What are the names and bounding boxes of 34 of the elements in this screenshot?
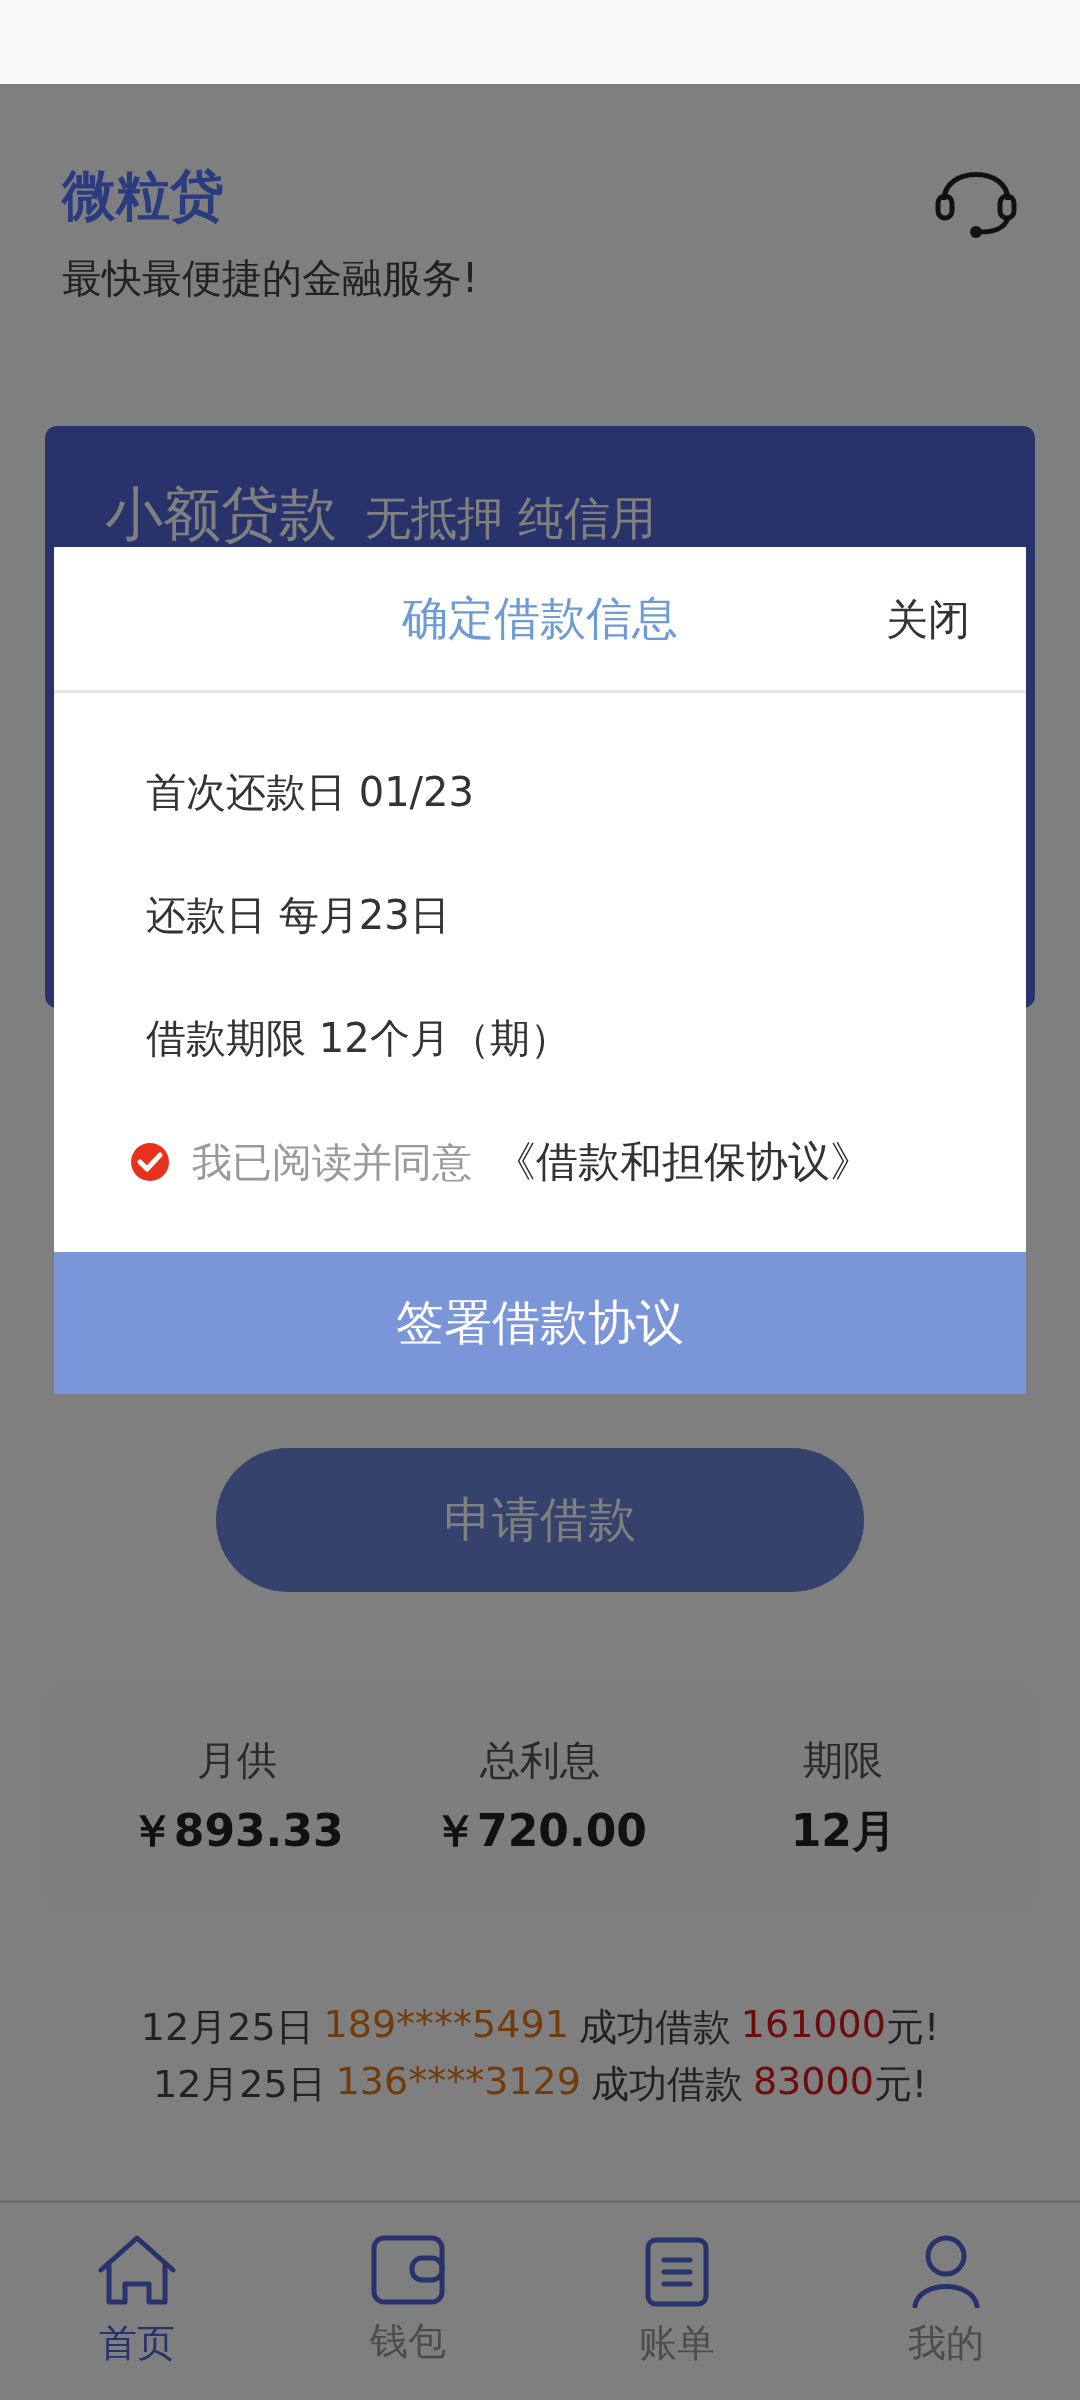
app-subtitle: 最快最便捷的金融服务! [62, 254, 479, 303]
agreement-text: 我已阅读并同意 [192, 1137, 472, 1187]
home-icon [96, 2234, 177, 2308]
wallet-icon [369, 2234, 446, 2306]
summary-value: 12月 [790, 1804, 896, 1858]
agreement-link[interactable]: 《借款和担保协议》 [494, 1134, 872, 1190]
summary-label: 月供 [196, 1736, 277, 1785]
info-row-text: 首次还款日 01/23 [146, 768, 475, 817]
tab[interactable]: 首页 [90, 2233, 183, 2400]
ticker-phone: 136****3129 [335, 2059, 581, 2105]
ticker-date: 12月25日 [152, 2061, 326, 2108]
ticker-action: 成功借款 [590, 2061, 743, 2108]
card-tagline: 无抵押 纯信用 [365, 490, 656, 547]
ticker-date: 12月25日 [140, 2004, 314, 2051]
app-title: 微粒贷 [62, 163, 225, 229]
checkbox[interactable] [130, 1142, 170, 1182]
ticker-amount: 161000 [740, 2002, 886, 2048]
summary-label: 总利息 [480, 1736, 600, 1785]
user-icon [910, 2234, 981, 2308]
summary-value: ￥720.00 [433, 1804, 647, 1858]
close-button[interactable]: 关闭 [880, 591, 976, 649]
summary-value: ￥893.33 [129, 1804, 344, 1858]
info-row-text: 还款日 每月23日 [146, 891, 451, 940]
card-title: 小额贷款 [105, 479, 337, 550]
apply-button[interactable]: 申请借款 [216, 1448, 864, 1592]
summary-label: 期限 [803, 1736, 884, 1785]
info-row-text: 借款期限 12个月（期） [146, 1014, 571, 1063]
ticker-amount: 83000 [752, 2059, 874, 2105]
ticker-phone: 189****5491 [323, 2002, 569, 2048]
sign-button[interactable]: 签署借款协议 [54, 1252, 1026, 1394]
dialog-title: 确定借款信息 [402, 589, 678, 647]
ticker-unit: 元! [885, 2004, 940, 2051]
ticker-unit: 元! [873, 2061, 928, 2108]
ticker-action: 成功借款 [578, 2004, 731, 2051]
